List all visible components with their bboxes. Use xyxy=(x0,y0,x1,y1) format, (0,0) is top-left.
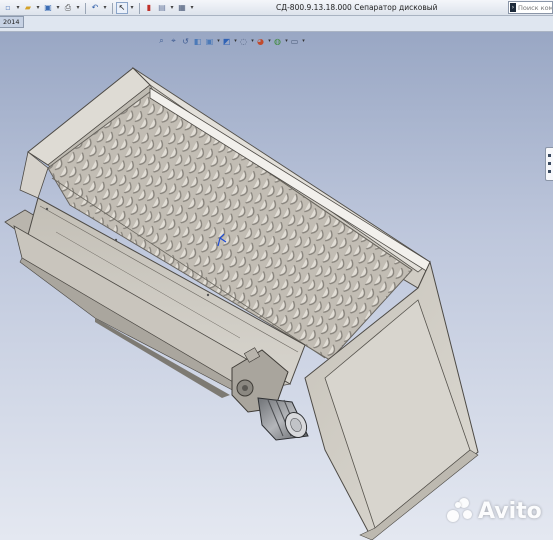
quick-access-toolbar: ▫ ▾ ▰ ▾ ▣ ▾ ⎙ ▾ ↶ ▾ ↖ ▾ ▮ ▤ ▾ ▦ ▾ xyxy=(2,1,196,15)
select-icon[interactable]: ↖ xyxy=(116,2,128,14)
model-motor xyxy=(257,397,309,441)
print-icon[interactable]: ⎙ xyxy=(62,2,74,14)
tab-strip xyxy=(0,16,553,32)
search-box[interactable]: › xyxy=(508,1,553,14)
heads-up-view-toolbar: ⌕ ⌖ ↺ ◧ ▣ ▾ ◩ ▾ ◌ ▾ ◕ ▾ ◍ ▾ ▭ ▾ xyxy=(156,35,306,47)
file-properties-dropdown-icon[interactable]: ▾ xyxy=(169,2,175,14)
zoom-to-fit-icon[interactable]: ⌕ xyxy=(156,36,167,47)
zoom-to-area-icon[interactable]: ⌖ xyxy=(168,36,179,47)
document-title: СД-800.9.13.18.000 Сепаратор дисковый xyxy=(276,3,438,12)
search-input[interactable] xyxy=(518,2,552,13)
apply-scene-icon[interactable]: ◍ xyxy=(272,36,283,47)
previous-view-icon[interactable]: ↺ xyxy=(180,36,191,47)
display-style-icon[interactable]: ◩ xyxy=(221,36,232,47)
avito-watermark: Avito xyxy=(447,498,542,524)
task-pane-toggle[interactable] xyxy=(545,147,553,181)
options-dropdown-icon[interactable]: ▾ xyxy=(189,2,195,14)
save-dropdown-icon[interactable]: ▾ xyxy=(55,2,61,14)
section-view-icon[interactable]: ◧ xyxy=(192,36,203,47)
print-dropdown-icon[interactable]: ▾ xyxy=(75,2,81,14)
view-settings-dropdown-icon[interactable]: ▾ xyxy=(301,38,306,44)
new-file-dropdown-icon[interactable]: ▾ xyxy=(15,2,21,14)
save-icon[interactable]: ▣ xyxy=(42,2,54,14)
separator-3d-model xyxy=(4,66,479,540)
view-settings-icon[interactable]: ▭ xyxy=(289,36,300,47)
undo-dropdown-icon[interactable]: ▾ xyxy=(102,2,108,14)
tab-year[interactable]: 2014 xyxy=(0,16,24,28)
view-orientation-icon[interactable]: ▣ xyxy=(204,36,215,47)
avito-logo-icon xyxy=(447,498,475,524)
toolbar-separator xyxy=(139,2,140,14)
file-properties-icon[interactable]: ▤ xyxy=(156,2,168,14)
edit-appearance-icon[interactable]: ◕ xyxy=(255,36,266,47)
rebuild-icon[interactable]: ▮ xyxy=(143,2,155,14)
graphics-viewport[interactable]: ⌕ ⌖ ↺ ◧ ▣ ▾ ◩ ▾ ◌ ▾ ◕ ▾ ◍ ▾ ▭ ▾ Avito xyxy=(0,32,553,540)
new-file-icon[interactable]: ▫ xyxy=(2,2,14,14)
hide-show-items-icon[interactable]: ◌ xyxy=(238,36,249,47)
select-dropdown-icon[interactable]: ▾ xyxy=(129,2,135,14)
toolbar-separator xyxy=(85,2,86,14)
open-file-dropdown-icon[interactable]: ▾ xyxy=(35,2,41,14)
watermark-text: Avito xyxy=(478,498,542,524)
title-bar: ▫ ▾ ▰ ▾ ▣ ▾ ⎙ ▾ ↶ ▾ ↖ ▾ ▮ ▤ ▾ ▦ ▾ СД-800… xyxy=(0,0,553,16)
search-command-icon: › xyxy=(510,3,516,12)
undo-icon[interactable]: ↶ xyxy=(89,2,101,14)
toolbar-separator xyxy=(112,2,113,14)
open-file-icon[interactable]: ▰ xyxy=(22,2,34,14)
options-icon[interactable]: ▦ xyxy=(176,2,188,14)
